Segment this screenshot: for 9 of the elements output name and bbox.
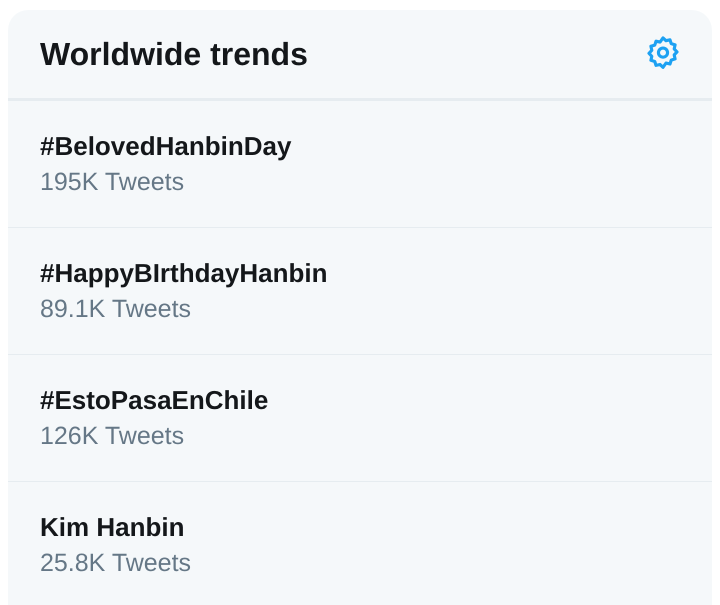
trend-name[interactable]: Kim Hanbin: [40, 512, 184, 543]
tweet-count: 195K Tweets: [40, 168, 184, 197]
panel-title: Worldwide trends: [40, 36, 308, 72]
tweet-count: 25.8K Tweets: [40, 549, 192, 578]
trend-name[interactable]: #HappyBIrthdayHanbin: [40, 258, 328, 289]
trend-name[interactable]: #BelovedHanbinDay: [40, 131, 292, 162]
tweet-count: 89.1K Tweets: [40, 295, 192, 324]
tweet-count: 126K Tweets: [40, 422, 184, 451]
trend-name[interactable]: #EstoPasaEnChile: [40, 385, 268, 416]
